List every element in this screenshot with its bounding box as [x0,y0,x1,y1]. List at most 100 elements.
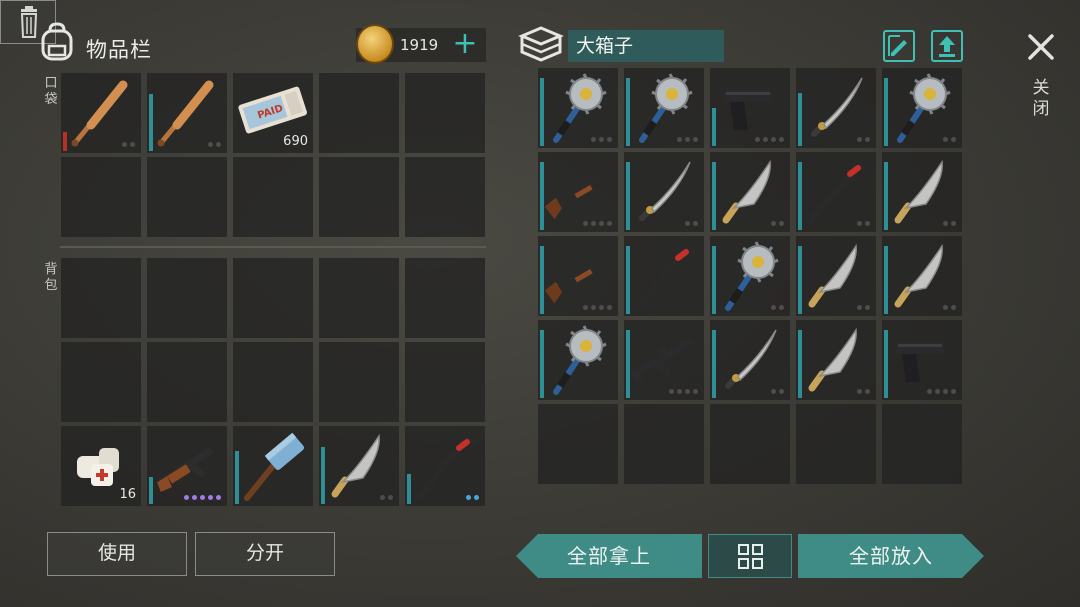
coin-count: 1919 [400,36,439,54]
container-slot[interactable] [882,236,962,316]
quality-dots [583,305,612,310]
m4-rifle-icon [629,337,694,385]
container-slot[interactable] [882,68,962,148]
close-label[interactable]: 关闭 [1030,78,1052,120]
container-slot[interactable] [796,404,876,484]
pocket-slot[interactable] [405,157,485,237]
crate-icon [518,26,564,62]
durability-bar [626,330,630,398]
quality-dots [943,137,956,142]
quality-dots [677,137,698,142]
quality-dots [122,142,135,147]
pocket-slot[interactable] [61,157,141,237]
saw-mace-icon [897,73,951,143]
container-slot[interactable] [624,404,704,484]
container-slot[interactable] [538,236,618,316]
upload-icon [939,36,955,57]
put-all-button[interactable]: 全部放入 [798,534,984,578]
backpack-slot[interactable] [405,342,485,422]
split-button[interactable]: 分开 [195,532,335,576]
container-slot[interactable] [710,152,790,232]
quality-dots [857,221,870,226]
use-button[interactable]: 使用 [47,532,187,576]
quality-dots [583,221,612,226]
upload-button[interactable] [931,30,963,62]
container-slot[interactable] [882,152,962,232]
pocket-slot[interactable] [147,157,227,237]
durability-bar [798,93,802,146]
backpack-slot[interactable] [405,258,485,338]
katana-icon [639,161,691,221]
pistol-icon [896,342,944,382]
backpack-label: 背包 [44,262,58,293]
backpack-slot[interactable] [233,426,313,506]
pocket-slot[interactable] [233,157,313,237]
quality-dots [380,495,393,500]
container-slot[interactable] [538,404,618,484]
quality-dots [857,389,870,394]
backpack-slot[interactable] [233,258,313,338]
add-coins-button[interactable]: + [452,28,478,62]
container-slot[interactable] [538,68,618,148]
container-slot[interactable] [882,404,962,484]
durability-bar [149,477,153,504]
backpack-slot[interactable] [319,426,399,506]
pocket-slot[interactable] [61,73,141,153]
sort-button[interactable] [708,534,792,578]
container-slot[interactable] [710,68,790,148]
backpack-slot[interactable] [147,342,227,422]
container-slot[interactable] [710,236,790,316]
container-slot[interactable] [882,320,962,400]
katana-icon [811,77,863,137]
pocket-slot[interactable] [147,73,227,153]
backpack-slot[interactable] [405,426,485,506]
rename-button[interactable] [883,30,915,62]
backpack-slot[interactable] [319,258,399,338]
backpack-slot[interactable] [147,258,227,338]
saw-mace-icon [553,73,607,143]
container-slot[interactable] [538,320,618,400]
machete-icon [808,243,857,308]
section-divider [60,246,486,248]
durability-bar [798,246,802,314]
container-slot[interactable] [796,236,876,316]
close-icon[interactable] [1022,28,1060,66]
quality-dots [943,221,956,226]
container-slot[interactable] [538,152,618,232]
quality-dots [755,137,784,142]
quality-dots [591,137,612,142]
pocket-slot[interactable] [319,73,399,153]
container-slot[interactable] [710,320,790,400]
coin-icon [356,24,394,64]
container-name[interactable]: 大箱子 [568,30,724,62]
take-all-button[interactable]: 全部拿上 [516,534,702,578]
durability-bar [540,246,544,314]
container-slot[interactable] [624,152,704,232]
quality-dots [208,142,221,147]
container-slot[interactable] [624,320,704,400]
shotgun-icon [544,253,608,304]
backpack-slot[interactable] [319,342,399,422]
durability-bar [884,78,888,146]
quality-dots [685,221,698,226]
backpack-slot[interactable] [147,426,227,506]
durability-bar [798,330,802,398]
quality-dots [771,221,784,226]
saw-mace-icon [639,73,693,143]
backpack-slot[interactable] [61,258,141,338]
backpack-slot[interactable] [61,342,141,422]
quality-dots [669,389,698,394]
pocket-slot[interactable] [405,73,485,153]
katana-icon [725,329,777,389]
backpack-slot[interactable]: 16 [61,426,141,506]
container-slot[interactable] [710,404,790,484]
backpack-slot[interactable] [233,342,313,422]
container-slot[interactable] [624,68,704,148]
container-slot[interactable] [624,236,704,316]
container-slot[interactable] [796,152,876,232]
pocket-slot[interactable] [319,157,399,237]
item-count: 690 [283,134,308,149]
container-slot[interactable] [796,68,876,148]
pocket-slot[interactable]: PAID 690 [233,73,313,153]
container-slot[interactable] [796,320,876,400]
